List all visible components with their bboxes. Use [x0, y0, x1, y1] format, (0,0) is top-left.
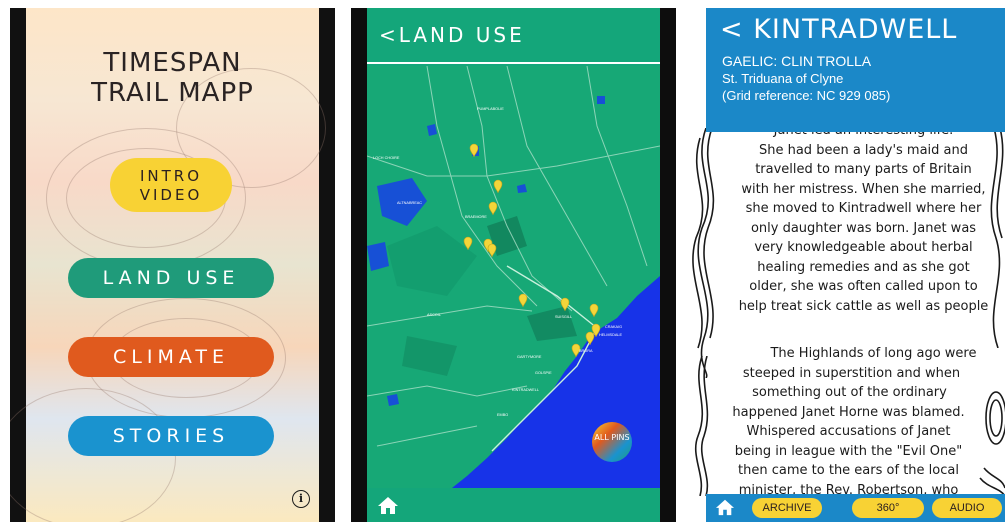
- story-line: happened Janet Horne was blamed.: [732, 404, 965, 420]
- place-label: BRAEMORE: [465, 215, 487, 219]
- story-title-back-link[interactable]: < KINTRADWELL: [720, 14, 957, 45]
- story-line: being in league with the "Evil One": [734, 443, 963, 459]
- intro-video-button[interactable]: INTRO VIDEO: [110, 158, 232, 212]
- story-paragraph-1: Janet led an interesting life. She had b…: [722, 123, 1005, 316]
- app-title: TIMESPAN TRAIL MAPP: [26, 48, 319, 108]
- app-title-line2: TRAIL MAPP: [91, 78, 254, 108]
- land-use-screen: <LAND USE PUMPLABOLIE ALTNABREAC BRAEMOR…: [351, 8, 676, 522]
- story-line: The Highlands of long ago were: [770, 346, 977, 361]
- story-line: travelled to many parts of Britain: [755, 162, 972, 177]
- grid-reference: (Grid reference: NC 929 085): [722, 88, 891, 103]
- all-pins-label: ALL PINS: [594, 433, 629, 442]
- place-label: CRAKAIG: [605, 325, 622, 329]
- place-label: GOLSPIE: [535, 371, 552, 375]
- land-use-button[interactable]: LAND USE: [68, 258, 274, 298]
- home-icon[interactable]: [377, 495, 399, 515]
- story-line: healing remedies and as she got: [757, 259, 970, 275]
- land-use-map[interactable]: PUMPLABOLIE ALTNABREAC BRAEMORE SUISGILL…: [367, 66, 660, 488]
- map-header: <LAND USE: [367, 8, 660, 64]
- menu-screen: TIMESPAN TRAIL MAPP INTRO VIDEO LAND USE…: [10, 8, 335, 522]
- gaelic-name: GAELIC: CLIN TROLLA: [722, 53, 872, 69]
- intro-label-line2: VIDEO: [139, 186, 203, 204]
- climate-button[interactable]: CLIMATE: [68, 337, 274, 377]
- story-line: then came to the ears of the local: [738, 463, 959, 478]
- info-icon[interactable]: i: [292, 490, 310, 508]
- place-label: KINTRADWELL: [512, 388, 539, 392]
- place-label: PUMPLABOLIE: [477, 107, 504, 111]
- place-label: LOCH CHOIRE: [373, 156, 400, 160]
- decorative-swirl: [692, 128, 715, 378]
- story-line: She had been a lady's maid and: [758, 142, 968, 158]
- story-line: Whispered accusations of Janet: [746, 424, 951, 439]
- chevron-left-icon[interactable]: <: [379, 23, 399, 47]
- place-label: HELMSDALE: [599, 333, 622, 337]
- story-header: < KINTRADWELL GAELIC: CLIN TROLLA St. Tr…: [706, 8, 1005, 132]
- story-line: steeped in superstition and when: [742, 365, 961, 381]
- story-line: very knowledgeable about herbal: [754, 240, 973, 255]
- story-screen: Janet led an interesting life. She had b…: [692, 8, 1005, 522]
- audio-button[interactable]: AUDIO: [932, 498, 1002, 518]
- archive-button[interactable]: ARCHIVE: [752, 498, 822, 518]
- loch: [387, 394, 399, 406]
- story-footer: ARCHIVE 360° AUDIO: [706, 494, 1005, 522]
- story-line: only daughter was born. Janet was: [750, 220, 977, 236]
- map-footer: [367, 488, 660, 522]
- home-icon[interactable]: [715, 498, 735, 516]
- place-label: ASCOIL: [427, 313, 441, 317]
- place-label: BRORA: [579, 349, 593, 353]
- map-screen-title: LAND USE: [398, 23, 525, 47]
- stories-button[interactable]: STORIES: [68, 416, 274, 456]
- story-paragraph-2: The Highlands of long ago were steeped i…: [706, 344, 991, 500]
- place-label: ALTNABREAC: [397, 201, 422, 205]
- intro-label-line1: INTRO: [139, 167, 203, 185]
- all-pins-button: [592, 422, 632, 462]
- view-360-button[interactable]: 360°: [852, 498, 924, 518]
- place-label: GARTYMORE: [517, 355, 542, 359]
- loch: [597, 96, 605, 104]
- place-label: EMBO: [497, 413, 508, 417]
- story-line: with her mistress. When she married,: [741, 181, 986, 197]
- place-label: SUISGILL: [555, 315, 572, 319]
- story-line: something out of the ordinary: [752, 385, 947, 400]
- story-line: older, she was often called upon to: [749, 279, 978, 294]
- story-line: she moved to Kintradwell where her: [745, 201, 982, 216]
- saint-name: St. Triduana of Clyne: [722, 71, 844, 86]
- story-line: help treat sick cattle as well as people: [738, 298, 989, 314]
- app-title-line1: TIMESPAN: [103, 48, 242, 78]
